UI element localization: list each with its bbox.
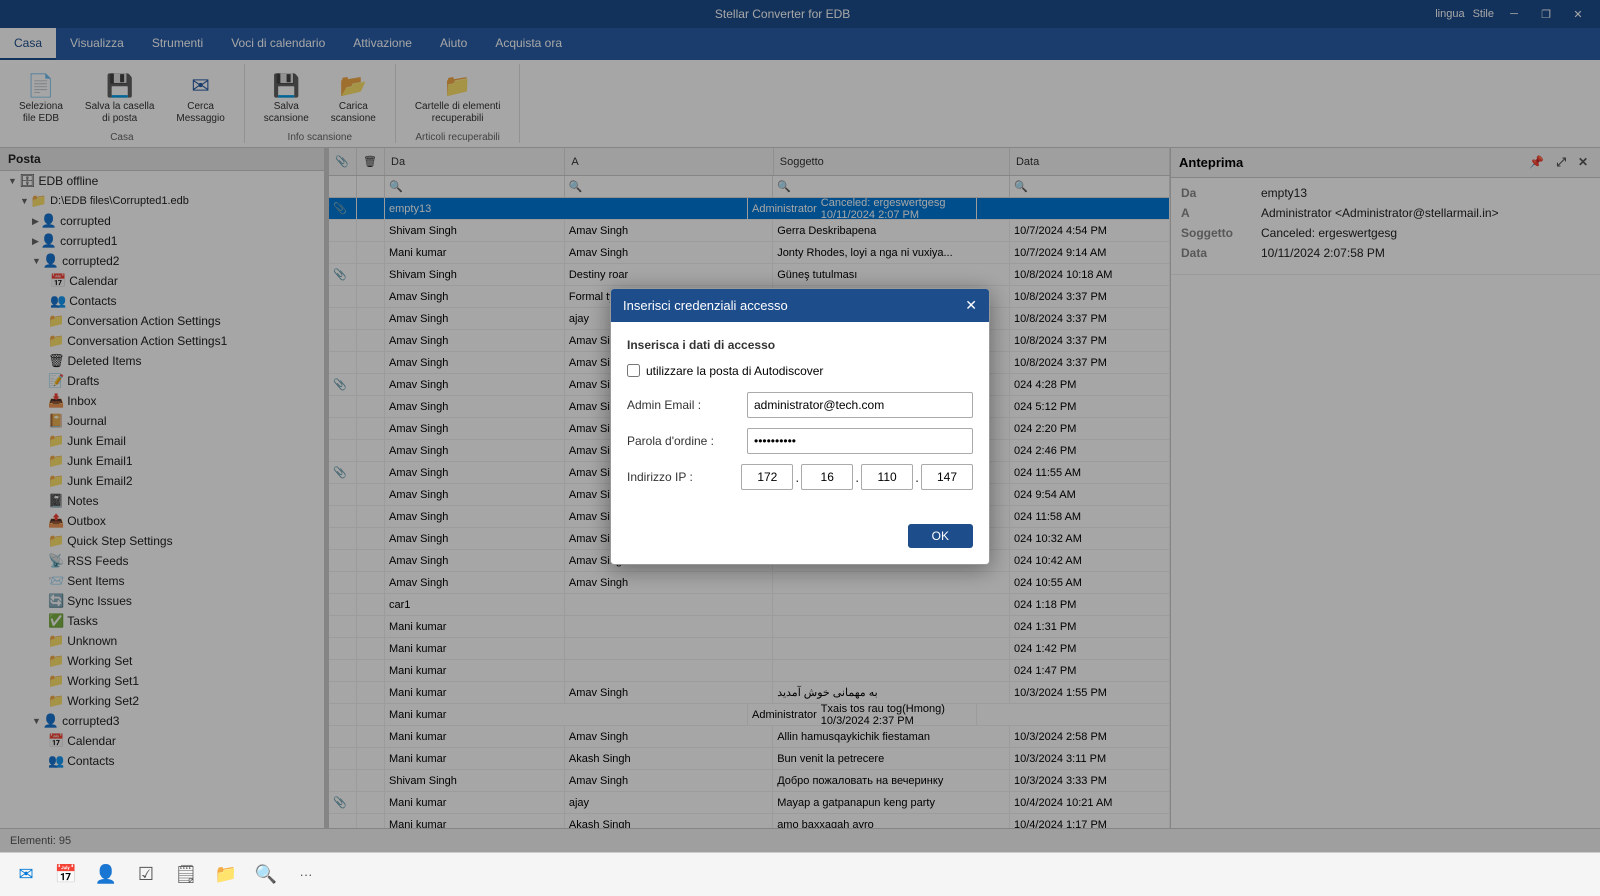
modal-ip-dot1: . <box>795 469 799 485</box>
modal-field-password-row: Parola d'ordine : <box>627 428 973 454</box>
modal-close-btn[interactable]: ✕ <box>965 297 977 314</box>
modal-title-bar: Inserisci credenziali accesso ✕ <box>611 289 989 322</box>
modal-overlay[interactable]: Inserisci credenziali accesso ✕ Inserisc… <box>0 0 1600 852</box>
modal-subtitle: Inserisca i dati di accesso <box>627 338 973 352</box>
modal-ip-part4[interactable] <box>921 464 973 490</box>
modal-ip-part1[interactable] <box>741 464 793 490</box>
modal-ip-dot2: . <box>855 469 859 485</box>
modal-checkbox-row: utilizzare la posta di Autodiscover <box>627 364 973 378</box>
autodiscover-checkbox[interactable] <box>627 364 640 377</box>
modal-password-input[interactable] <box>747 428 973 454</box>
bottom-btn-contacts[interactable]: 👤 <box>88 857 124 893</box>
modal-title: Inserisci credenziali accesso <box>623 298 788 313</box>
modal-email-input[interactable] <box>747 392 973 418</box>
modal-footer: OK <box>611 516 989 564</box>
modal-ip-fields: . . . <box>741 464 973 490</box>
modal-ip-part2[interactable] <box>801 464 853 490</box>
autodiscover-label[interactable]: utilizzare la posta di Autodiscover <box>646 364 823 378</box>
modal-ip-part3[interactable] <box>861 464 913 490</box>
modal-ip-row: Indirizzo IP : . . . <box>627 464 973 490</box>
bottom-btn-tasks[interactable]: ☑ <box>128 857 164 893</box>
modal-dialog: Inserisci credenziali accesso ✕ Inserisc… <box>610 288 990 565</box>
bottom-btn-notes[interactable]: 🗒 <box>168 857 204 893</box>
bottom-btn-calendar[interactable]: 📅 <box>48 857 84 893</box>
modal-ip-dot3: . <box>915 469 919 485</box>
modal-ip-label: Indirizzo IP : <box>627 470 741 484</box>
bottom-btn-more[interactable]: ··· <box>288 857 324 893</box>
modal-ok-button[interactable]: OK <box>908 524 973 548</box>
bottom-toolbar: ✉ 📅 👤 ☑ 🗒 📁 🔍 ··· <box>0 852 1600 896</box>
modal-password-label: Parola d'ordine : <box>627 434 747 448</box>
modal-body: Inserisca i dati di accesso utilizzare l… <box>611 322 989 516</box>
bottom-btn-search[interactable]: 🔍 <box>248 857 284 893</box>
modal-email-label: Admin Email : <box>627 398 747 412</box>
bottom-btn-mail[interactable]: ✉ <box>8 857 44 893</box>
bottom-btn-folders[interactable]: 📁 <box>208 857 244 893</box>
modal-field-email-row: Admin Email : <box>627 392 973 418</box>
